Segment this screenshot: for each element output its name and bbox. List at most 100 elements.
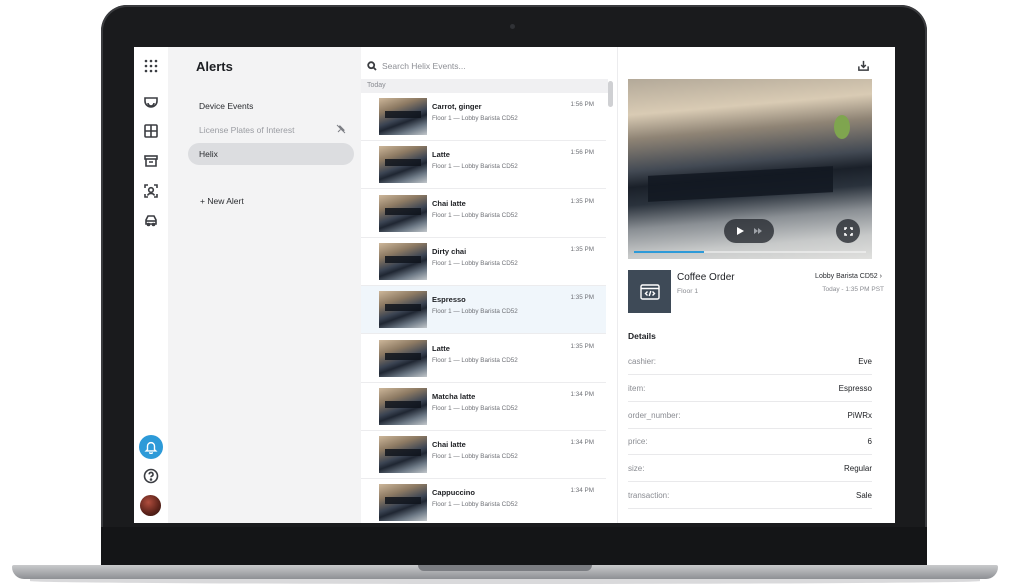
section-header-today: Today <box>361 79 608 93</box>
alert-item-license-plates[interactable]: License Plates of Interest <box>188 119 354 141</box>
event-row[interactable]: Espresso Floor 1 — Lobby Barista CD52 1:35… <box>361 286 606 335</box>
avatar[interactable] <box>140 495 161 516</box>
event-row[interactable]: Dirty chai Floor 1 — Lobby Barista CD52 1:… <box>361 238 606 286</box>
event-thumbnail <box>379 242 427 280</box>
icon-rail <box>134 47 169 523</box>
details-heading: Details <box>628 331 656 341</box>
laptop-notch <box>418 565 592 571</box>
detail-key: order_number: <box>628 410 681 420</box>
event-row[interactable]: Cappuccino Floor 1 — Lobby Barista CD52 1:… <box>361 479 606 523</box>
event-row[interactable]: Chai latte Floor 1 — Lobby Barista CD52 1:… <box>361 431 606 480</box>
event-row-title: Dirty chai <box>432 246 467 256</box>
event-row[interactable]: Chai latte Floor 1 — Lobby Barista CD52 1:… <box>361 190 606 238</box>
scrollbar[interactable] <box>608 81 613 107</box>
play-icon[interactable] <box>736 227 744 235</box>
vehicle-icon[interactable] <box>142 212 160 230</box>
help-icon[interactable] <box>142 467 160 485</box>
search-bar[interactable]: Search Helix Events... <box>361 53 617 79</box>
apps-grid-icon[interactable] <box>142 57 160 75</box>
event-row-time: 1:56 PM <box>570 101 594 108</box>
video-frame-counter <box>648 166 833 202</box>
event-timestamp: Today - 1:35 PM PST <box>822 286 884 293</box>
detail-key: transaction: <box>628 491 670 500</box>
event-title: Coffee Order <box>677 272 735 283</box>
event-row-title: Carrot, ginger <box>432 102 482 111</box>
new-alert-button[interactable]: + New Alert <box>200 196 244 206</box>
event-row[interactable]: Matcha latte Floor 1 — Lobby Barista CD52… <box>361 383 606 431</box>
event-row-title: Matcha latte <box>432 391 476 401</box>
detail-field: item: Espresso <box>628 375 872 402</box>
event-thumbnail <box>379 146 427 184</box>
event-row-time: 1:56 PM <box>570 149 594 157</box>
playback-controls <box>724 219 774 243</box>
event-row-location: Floor 1 — Lobby Barista CD52 <box>432 308 518 316</box>
event-thumbnail <box>379 436 427 474</box>
face-scan-icon[interactable] <box>142 182 160 200</box>
detail-value: Espresso <box>838 383 872 393</box>
event-row-time: 1:35 PM <box>570 245 594 253</box>
video-frame-plant <box>834 115 850 139</box>
floorplan-icon[interactable] <box>142 122 160 140</box>
event-thumbnail <box>379 291 427 329</box>
alerts-panel: Alerts Device Events License Plates of I… <box>168 47 360 523</box>
event-thumbnail <box>379 98 427 135</box>
alert-item-label: License Plates of Interest <box>199 125 295 135</box>
search-input[interactable]: Search Helix Events... <box>382 61 466 71</box>
fullscreen-icon[interactable] <box>836 219 860 243</box>
detail-key: item: <box>628 383 646 393</box>
detail-key: size: <box>628 464 645 474</box>
event-row[interactable]: Latte Floor 1 — Lobby Barista CD52 1:35 PM <box>361 335 606 383</box>
event-row-location: Floor 1 — Lobby Barista CD52 <box>432 163 518 171</box>
event-row-time: 1:35 PM <box>570 294 594 302</box>
video-progress-fill <box>634 251 704 253</box>
event-row-title: Latte <box>432 343 450 353</box>
event-row-location: Floor 1 — Lobby Barista CD52 <box>432 356 518 364</box>
event-row-location: Floor 1 — Lobby Barista CD52 <box>432 259 518 267</box>
event-row-title: Chai latte <box>432 198 466 208</box>
detail-value: Eve <box>858 357 872 366</box>
detail-key: cashier: <box>628 357 657 366</box>
event-row[interactable]: Carrot, ginger Floor 1 — Lobby Barista CD… <box>361 93 606 141</box>
event-row-time: 1:34 PM <box>570 487 594 495</box>
event-row-location: Floor 1 — Lobby Barista CD52 <box>432 501 518 509</box>
detail-value: 6 <box>867 437 872 447</box>
event-row-title: Chai latte <box>432 440 466 450</box>
event-row-time: 1:34 PM <box>570 390 594 398</box>
event-thumbnail <box>379 387 427 425</box>
event-thumbnail <box>379 484 427 522</box>
archive-icon[interactable] <box>142 152 160 170</box>
event-row-location: Floor 1 — Lobby Barista CD52 <box>432 404 518 412</box>
detail-value: PiWRx <box>847 410 872 420</box>
event-row-location: Floor 1 — Lobby Barista CD52 <box>432 211 518 219</box>
camera-name: Lobby Barista CD52 <box>815 273 878 280</box>
download-icon[interactable] <box>857 59 871 73</box>
alert-item-label: Device Events <box>199 101 254 111</box>
alert-item-device-events[interactable]: Device Events <box>188 95 354 117</box>
code-window-icon <box>628 270 671 313</box>
video-progress-bar[interactable] <box>634 251 866 253</box>
alert-item-label: Helix <box>199 149 218 159</box>
event-row-title: Espresso <box>432 295 466 305</box>
bell-icon[interactable] <box>139 435 163 459</box>
event-row-title: Cappuccino <box>432 488 475 498</box>
page-title: Alerts <box>196 59 233 74</box>
alert-item-helix[interactable]: Helix <box>188 143 354 165</box>
detail-field: price: 6 <box>628 428 872 456</box>
event-row-location: Floor 1 — Lobby Barista CD52 <box>432 115 518 122</box>
event-row[interactable]: Latte Floor 1 — Lobby Barista CD52 1:56 PM <box>361 141 606 190</box>
event-thumbnail <box>379 339 427 377</box>
detail-field: transaction: Sale <box>628 482 872 509</box>
detail-field: cashier: Eve <box>628 348 872 375</box>
detail-key: price: <box>628 437 648 447</box>
fast-forward-icon[interactable] <box>754 227 762 235</box>
event-row-location: Floor 1 — Lobby Barista CD52 <box>432 453 518 461</box>
camera-dome-icon[interactable] <box>142 93 160 111</box>
event-row-time: 1:34 PM <box>570 439 594 447</box>
video-player[interactable] <box>628 79 872 259</box>
event-row-time: 1:35 PM <box>570 342 594 350</box>
event-thumbnail <box>379 194 427 232</box>
detail-value: Regular <box>843 464 872 474</box>
camera-link[interactable]: Lobby Barista CD52 › <box>815 273 882 280</box>
pin-off-icon[interactable] <box>336 124 346 134</box>
events-list-panel: Search Helix Events... Today Carrot, gin… <box>361 47 617 523</box>
